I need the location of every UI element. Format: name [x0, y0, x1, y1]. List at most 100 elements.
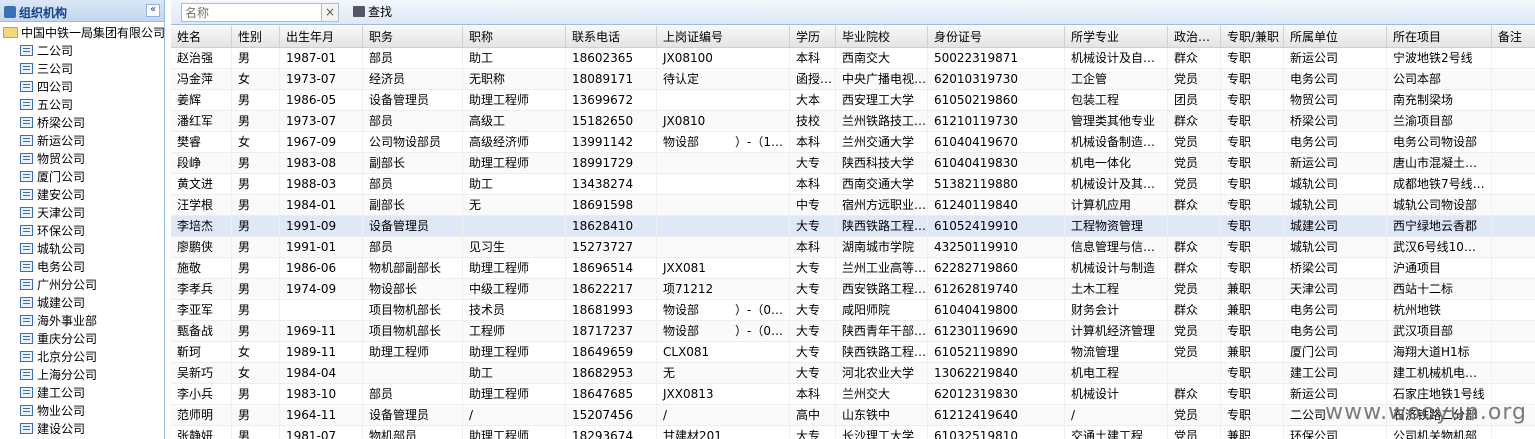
search-box: ×	[181, 3, 339, 22]
tree-node-label: 上海分公司	[37, 368, 98, 382]
search-input[interactable]	[182, 4, 318, 21]
table-cell	[1492, 363, 1535, 383]
table-row[interactable]: 冯金萍女 1973-07 经济员 无职称 18089171 待认定 函授… 中央广播电视… 62…	[171, 69, 1535, 90]
tree-node[interactable]: 重庆分公司	[0, 330, 164, 348]
table-cell: 1981-07	[280, 426, 363, 439]
table-cell: 专职	[1221, 48, 1284, 68]
column-header[interactable]: 专职/兼职	[1221, 26, 1284, 48]
table-cell: 机械设计及自…	[1065, 48, 1168, 68]
tree-node[interactable]: 城建公司	[0, 294, 164, 312]
tree-node[interactable]: 四公司	[0, 78, 164, 96]
table-cell: 女	[232, 132, 280, 152]
table-row[interactable]: 姜辉男 1986-05 设备管理员 助理工程师 13699672 大本 西安理工大学 6105…	[171, 90, 1535, 111]
tree-node[interactable]: 五公司	[0, 96, 164, 114]
tree-node-label: 桥梁公司	[37, 116, 86, 130]
table-cell: 助理工程师	[463, 153, 566, 173]
tree-node[interactable]: 物业公司	[0, 402, 164, 420]
tree-node[interactable]: 建工公司	[0, 384, 164, 402]
column-header[interactable]: 所属单位	[1284, 26, 1387, 48]
table-cell: 党员	[1168, 132, 1221, 152]
org-unit-icon	[20, 315, 33, 326]
table-row[interactable]: 廖鹏侠男 1991-01 部员 见习生 15273727 本科 湖南城市学院 43250119…	[171, 237, 1535, 258]
tree-node[interactable]: 广州分公司	[0, 276, 164, 294]
table-cell: 部员	[363, 384, 463, 404]
table-row[interactable]: 施敬男 1986-06 物机部副部长 助理工程师 18696514 JXX081 大专 兰州工…	[171, 258, 1535, 279]
table-row[interactable]: 赵治强男 1987-01 部员 助工 18602365 JX08100 本科 西南交大 5002…	[171, 48, 1535, 69]
tree-node[interactable]: 厦门公司	[0, 168, 164, 186]
collapse-button[interactable]: «	[146, 4, 160, 17]
tree-node[interactable]: 物贸公司	[0, 150, 164, 168]
table-row[interactable]: 李亚军男 项目物机部长 技术员 18681993 物设部 ）-（0… 大专 咸阳师院 6104…	[171, 300, 1535, 321]
column-header[interactable]: 所在项目	[1387, 26, 1492, 48]
table-cell: 张静妍	[171, 426, 232, 439]
table-cell: 专职	[1221, 237, 1284, 257]
tree-node[interactable]: 环保公司	[0, 222, 164, 240]
table-cell: 专职	[1221, 69, 1284, 89]
table-cell: 男	[232, 216, 280, 236]
tree-node[interactable]: 新运公司	[0, 132, 164, 150]
table-cell: 物设部 ）-（0…	[657, 321, 790, 341]
table-row[interactable]: 李孝兵男 1974-09 物设部长 中级工程师 18622217 项71212 大专 西安铁路…	[171, 279, 1535, 300]
table-row[interactable]: 潘红军男 1973-07 部员 高级工 15182650 JX0810 技校 兰州铁路技工… 6…	[171, 111, 1535, 132]
column-header[interactable]: 出生年月	[280, 26, 363, 48]
tree-node[interactable]: 海外事业部	[0, 312, 164, 330]
column-header[interactable]: 毕业院校	[836, 26, 928, 48]
find-button[interactable]: 查找	[353, 4, 392, 21]
org-unit-icon	[20, 207, 33, 218]
table-cell	[1492, 111, 1535, 131]
table-row[interactable]: 吴新巧女 1984-04 助工 18682953 无大专 河北农业大学 1306221984…	[171, 363, 1535, 384]
column-header[interactable]: 职务	[363, 26, 463, 48]
tree-node[interactable]: 北京分公司	[0, 348, 164, 366]
column-header[interactable]: 所学专业	[1065, 26, 1168, 48]
table-cell	[657, 90, 790, 110]
column-header[interactable]: 政治…	[1168, 26, 1221, 48]
table-cell: 专职	[1221, 174, 1284, 194]
column-header[interactable]: 联系电话	[566, 26, 657, 48]
tree-node[interactable]: 城轨公司	[0, 240, 164, 258]
table-row[interactable]: 张静妍男 1981-07 物机部员 助理工程师 18293674 甘建材201 大专 长沙理工…	[171, 426, 1535, 439]
table-row[interactable]: 黄文进男 1988-03 部员 助工 13438274 本科 西南交通大学 513821198…	[171, 174, 1535, 195]
table-row[interactable]: 李培杰男 1991-09 设备管理员 18628410 大专 陕西铁路工程… 6105241…	[171, 216, 1535, 237]
table-cell: 兰渝项目部	[1387, 111, 1492, 131]
table-row[interactable]: 段峥男 1983-08 副部长 助理工程师 18991729 大专 陕西科技大学 610404…	[171, 153, 1535, 174]
tree-node[interactable]: 三公司	[0, 60, 164, 78]
table-cell: 女	[232, 69, 280, 89]
table-row[interactable]: 樊睿女 1967-09 公司物设部员 高级经济师 13991142 物设部 ）-（1… 本科…	[171, 132, 1535, 153]
column-header[interactable]: 姓名	[171, 26, 232, 48]
table-cell	[1168, 363, 1221, 383]
org-unit-icon	[20, 225, 33, 236]
tree-node[interactable]: 建安公司	[0, 186, 164, 204]
table-cell: 物机部员	[363, 426, 463, 439]
column-header[interactable]: 身份证号	[928, 26, 1065, 48]
tree-node[interactable]: 电务公司	[0, 258, 164, 276]
table-cell: 女	[232, 342, 280, 362]
table-cell: 机电一体化	[1065, 153, 1168, 173]
table-row[interactable]: 靳珂女 1989-11 助理工程师 助理工程师 18649659 CLX081 大专 陕西铁路…	[171, 342, 1535, 363]
tree-node-label: 北京分公司	[37, 350, 98, 364]
tree-node[interactable]: 天津公司	[0, 204, 164, 222]
column-header[interactable]: 职称	[463, 26, 566, 48]
table-cell: 党员	[1168, 153, 1221, 173]
table-cell: 杭州地铁	[1387, 300, 1492, 320]
table-cell: 男	[232, 90, 280, 110]
table-cell: 陕西铁路工程…	[836, 216, 928, 236]
table-cell: 城轨公司	[1284, 174, 1387, 194]
tree-node[interactable]: 建设公司	[0, 420, 164, 438]
table-cell: 无	[463, 195, 566, 215]
data-grid: 姓名 性别 出生年月 职务 职称 联系电话 上岗证编号 学历 毕业院校 身份证号 所学专业 政治… 专职…	[171, 26, 1535, 439]
table-cell: 宿州方远职业…	[836, 195, 928, 215]
column-header[interactable]: 上岗证编号	[657, 26, 790, 48]
column-header[interactable]: 性别	[232, 26, 280, 48]
tree-node[interactable]: 桥梁公司	[0, 114, 164, 132]
column-header[interactable]: 备注	[1492, 26, 1535, 48]
tree-node[interactable]: 二公司	[0, 42, 164, 60]
tree-node[interactable]: 上海分公司	[0, 366, 164, 384]
table-cell: 甘建材201	[657, 426, 790, 439]
table-row[interactable]: 甄备战男 1969-11 项目物机部长 工程师 18717237 物设部 ）-（0… 大专陕…	[171, 321, 1535, 342]
tree-node-label: 海外事业部	[37, 314, 98, 328]
column-header[interactable]: 学历	[790, 26, 836, 48]
table-row[interactable]: 汪学根男 1984-01 副部长无 18691598 中专 宿州方远职业… 61240119…	[171, 195, 1535, 216]
table-cell	[1492, 300, 1535, 320]
clear-search-button[interactable]: ×	[321, 4, 338, 21]
tree-root[interactable]: 中国中铁一局集团有限公司	[0, 24, 164, 42]
